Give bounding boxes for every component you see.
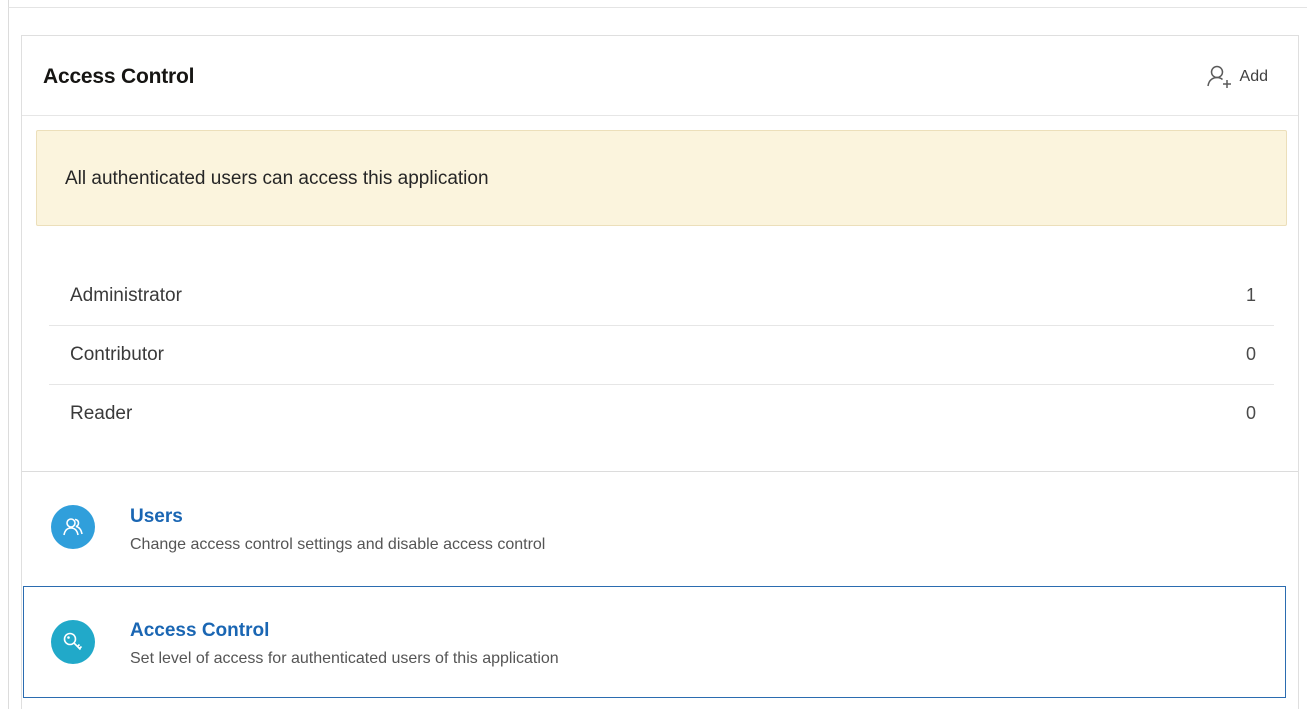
top-region-edge — [8, 0, 1307, 8]
role-count: 0 — [1245, 344, 1256, 364]
key-icon — [51, 620, 95, 664]
add-button[interactable]: Add — [1206, 63, 1268, 91]
role-name: Administrator — [70, 285, 182, 306]
access-control-link-title[interactable]: Access Control — [130, 620, 269, 642]
region-header: Access Control Add — [22, 36, 1298, 116]
left-border — [8, 8, 9, 709]
alert-message: All authenticated users can access this … — [65, 168, 489, 189]
role-name: Reader — [70, 403, 133, 424]
access-control-link-description: Set level of access for authenticated us… — [130, 650, 559, 667]
region-title: Access Control — [43, 65, 195, 88]
role-name: Contributor — [70, 344, 164, 365]
role-count: 0 — [1245, 403, 1256, 423]
users-link-description: Change access control settings and disab… — [130, 536, 546, 553]
users-link-title[interactable]: Users — [130, 506, 183, 528]
info-alert: All authenticated users can access this … — [36, 130, 1287, 226]
access-control-region: Access Control Add All authenticated use… — [21, 35, 1299, 709]
access-control-link-card[interactable]: Access Control Set level of access for a… — [23, 586, 1286, 698]
add-button-label: Add — [1239, 68, 1268, 85]
role-row-contributor: Contributor 0 — [49, 326, 1274, 385]
section-divider — [22, 471, 1298, 472]
users-link-card[interactable]: Users Change access control settings and… — [22, 474, 1298, 584]
page: Access Control Add All authenticated use… — [0, 0, 1307, 709]
user-add-icon — [1206, 63, 1236, 91]
roles-list: Administrator 1 Contributor 0 Reader 0 — [49, 267, 1274, 444]
role-count: 1 — [1245, 285, 1256, 305]
users-icon — [51, 505, 95, 549]
role-row-reader: Reader 0 — [49, 385, 1274, 444]
role-row-administrator: Administrator 1 — [49, 267, 1274, 326]
